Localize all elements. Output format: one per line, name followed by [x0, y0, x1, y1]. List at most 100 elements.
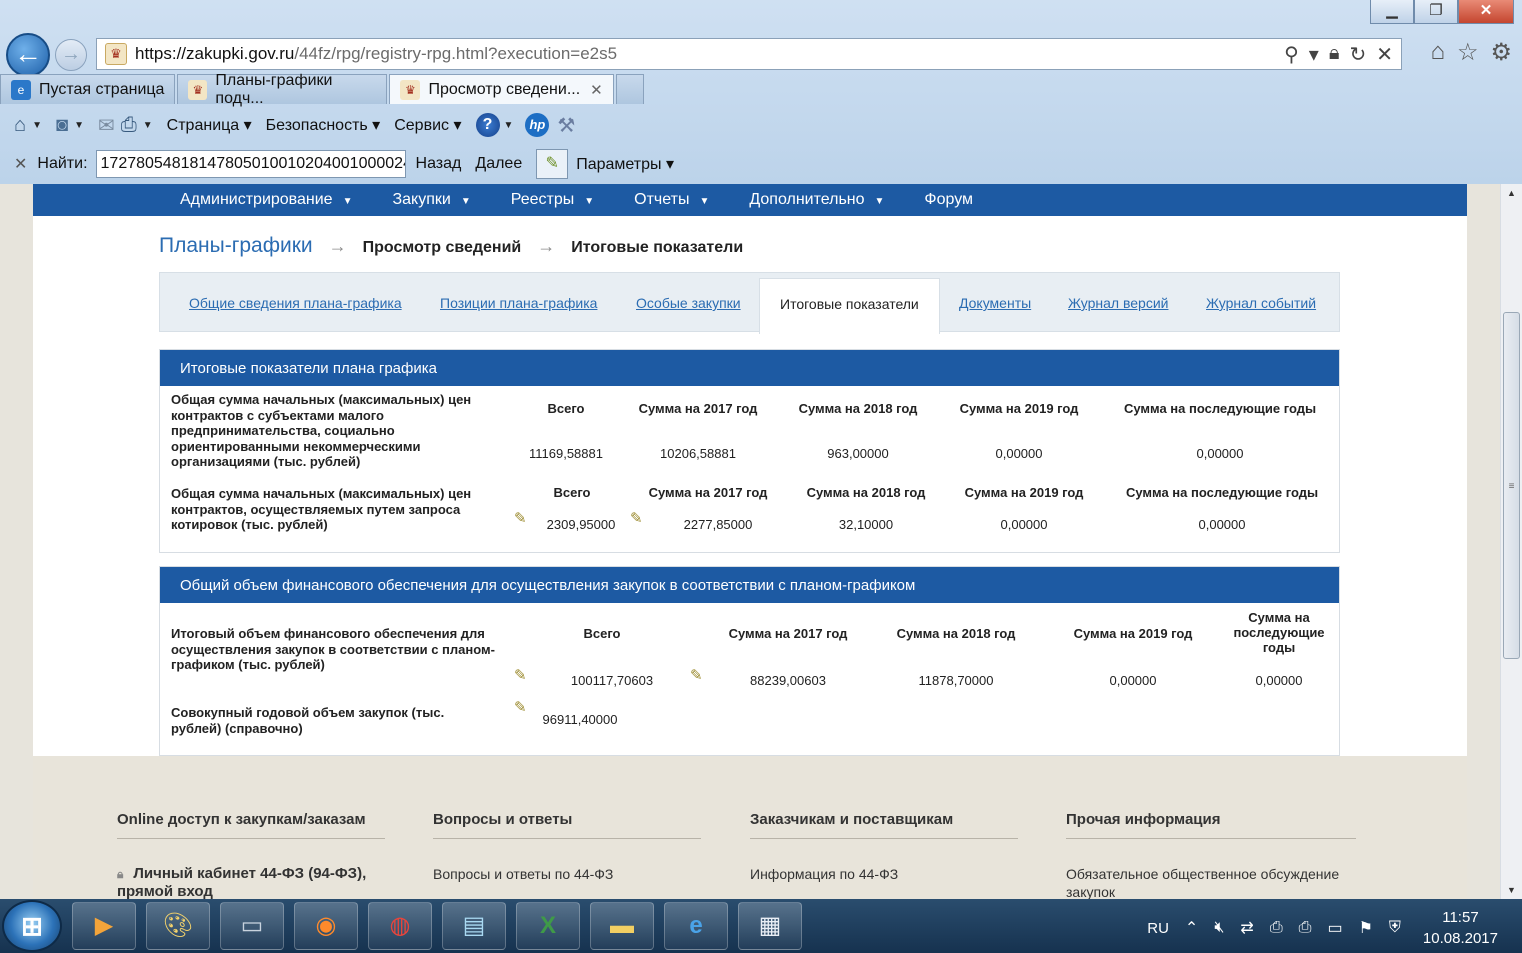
- forward-button[interactable]: →: [55, 39, 87, 71]
- home-icon[interactable]: ⌂: [1430, 38, 1445, 67]
- chevron-down-icon[interactable]: ▾: [1309, 42, 1319, 67]
- flag-icon[interactable]: ⚑: [1359, 918, 1373, 938]
- close-find-icon[interactable]: ✕: [14, 154, 27, 174]
- breadcrumb-view[interactable]: Просмотр сведений: [363, 239, 522, 257]
- minimize-button[interactable]: ▁: [1370, 0, 1414, 24]
- breadcrumb: Планы-графики → Просмотр сведений → Итог…: [159, 234, 743, 258]
- footer-link-info[interactable]: Информация по 44-ФЗ: [750, 865, 1018, 883]
- vertical-scrollbar[interactable]: ▲ ≡ ▼: [1500, 184, 1522, 899]
- tab-general[interactable]: Общие сведения плана-графика: [189, 295, 402, 311]
- tab-special[interactable]: Особые закупки: [636, 295, 741, 311]
- clock[interactable]: 11:57 10.08.2017: [1423, 907, 1498, 949]
- printer-icon[interactable]: ⎙: [1270, 919, 1283, 937]
- tab-totals[interactable]: Итоговые показатели: [759, 278, 940, 334]
- help-icon[interactable]: ?: [475, 113, 500, 137]
- nav-item-admin[interactable]: Администрирование ▼: [180, 191, 352, 209]
- security-icon[interactable]: ⛨: [1389, 919, 1401, 937]
- language-indicator[interactable]: RU: [1147, 920, 1169, 937]
- scanner-icon[interactable]: ▭: [220, 902, 284, 950]
- folder-icon[interactable]: ▬: [590, 902, 654, 950]
- nav-item-additional[interactable]: Дополнительно ▼: [749, 191, 884, 209]
- start-button[interactable]: ⊞: [2, 900, 62, 952]
- scroll-thumb[interactable]: ≡: [1503, 312, 1520, 659]
- tab-versions[interactable]: Журнал версий: [1068, 295, 1168, 311]
- hp-icon[interactable]: hp: [525, 113, 550, 137]
- firefox-icon[interactable]: ◉: [294, 902, 358, 950]
- pencil-note-icon[interactable]: ✎: [514, 509, 527, 527]
- close-tab-icon[interactable]: ✕: [590, 81, 603, 99]
- mail-icon[interactable]: ✉: [98, 113, 115, 138]
- menu-service[interactable]: Сервис ▾: [394, 115, 461, 135]
- chevron-down-icon: ▼: [699, 196, 710, 207]
- paint-icon[interactable]: 🎨︎: [146, 902, 210, 950]
- ie-icon[interactable]: e: [664, 902, 728, 950]
- excel-icon[interactable]: X: [516, 902, 580, 950]
- lock-icon[interactable]: 🔒︎: [1329, 42, 1340, 67]
- chevron-down-icon[interactable]: ▼: [74, 120, 84, 131]
- quotes-2018: 32,10000: [838, 517, 894, 532]
- col-header: Сумма на 2019 год: [959, 401, 1079, 416]
- nav-item-registries[interactable]: Реестры ▼: [511, 191, 594, 209]
- calendar-icon[interactable]: ▦: [738, 902, 802, 950]
- financing-2019: 0,00000: [1109, 673, 1157, 688]
- find-params-button[interactable]: Параметры ▾: [576, 154, 674, 174]
- nav-item-reports[interactable]: Отчеты ▼: [634, 191, 709, 209]
- menu-label: Сервис: [394, 117, 450, 134]
- gear-icon[interactable]: ⚙: [1490, 38, 1512, 67]
- find-back-button[interactable]: Назад: [416, 155, 462, 173]
- browser-tab-view[interactable]: ♛ Просмотр сведени... ✕: [389, 74, 614, 104]
- find-next-button[interactable]: Далее: [475, 155, 522, 173]
- scroll-up-icon[interactable]: ▲: [1501, 184, 1522, 202]
- notes-icon[interactable]: ▤: [442, 902, 506, 950]
- refresh-icon[interactable]: ↻: [1349, 42, 1366, 67]
- footer-link-discussion[interactable]: Обязательное общественное обсуждение зак…: [1066, 865, 1356, 899]
- find-label: Найти:: [37, 155, 88, 172]
- close-window-button[interactable]: ✕: [1458, 0, 1514, 24]
- nav-item-forum[interactable]: Форум: [924, 191, 973, 209]
- chevron-down-icon[interactable]: ▼: [32, 120, 42, 131]
- col-header: Сумма на 2017 год: [648, 485, 768, 500]
- highlight-icon[interactable]: ✎: [536, 149, 569, 179]
- network-icon[interactable]: ⇄: [1240, 918, 1253, 938]
- menu-page[interactable]: Страница ▾: [167, 115, 252, 135]
- breadcrumb-plans[interactable]: Планы-графики: [159, 234, 313, 258]
- print-icon[interactable]: ⎙: [121, 114, 137, 137]
- new-tab-button[interactable]: [615, 74, 644, 104]
- browser-tab-plans[interactable]: ♛ Планы-графики подч...: [177, 72, 388, 107]
- financing-later: 0,00000: [1255, 673, 1303, 688]
- chevron-down-icon[interactable]: ▼: [143, 120, 153, 131]
- printer-icon[interactable]: ⎙: [1299, 919, 1312, 937]
- footer-link-cabinet[interactable]: 🔒︎ Личный кабинет 44-ФЗ (94-ФЗ), прямой в…: [117, 865, 385, 899]
- browser-tab-blank[interactable]: e Пустая страница: [0, 74, 176, 104]
- footer-link-qa[interactable]: Вопросы и ответы по 44-ФЗ: [433, 865, 701, 883]
- pencil-note-icon[interactable]: ✎: [690, 666, 703, 684]
- site-top-nav: Администрирование ▼ Закупки ▼ Реестры ▼ Отч…: [33, 184, 1467, 216]
- pencil-note-icon[interactable]: ✎: [514, 698, 527, 716]
- star-icon[interactable]: ☆: [1457, 38, 1479, 67]
- tab-events[interactable]: Журнал событий: [1206, 295, 1316, 311]
- maximize-button[interactable]: ❐: [1414, 0, 1458, 24]
- nav-item-purchases[interactable]: Закупки ▼: [392, 191, 470, 209]
- window-controls: ▁ ❐ ✕: [1370, 0, 1514, 24]
- volume-muted-icon[interactable]: 🔇︎: [1214, 919, 1224, 937]
- pencil-note-icon[interactable]: ✎: [514, 666, 527, 684]
- display-icon[interactable]: ▭: [1327, 918, 1342, 938]
- quotes-total: 2309,95000: [546, 517, 616, 532]
- chevron-up-icon[interactable]: ⌃: [1185, 918, 1198, 938]
- scroll-down-icon[interactable]: ▼: [1501, 881, 1522, 899]
- back-button[interactable]: ←: [6, 33, 50, 77]
- pencil-note-icon[interactable]: ✎: [630, 509, 643, 527]
- find-input[interactable]: 17278054818147805010010204001000024: [95, 150, 406, 178]
- tab-documents[interactable]: Документы: [959, 295, 1031, 311]
- chrome-icon[interactable]: ◍: [368, 902, 432, 950]
- media-player-icon[interactable]: ▶: [72, 902, 136, 950]
- address-bar[interactable]: ♛ https://zakupki.gov.ru/44fz/rpg/regist…: [96, 38, 1402, 70]
- toolbox-icon[interactable]: ⚒: [557, 113, 575, 138]
- rss-feed-icon[interactable]: ◙: [56, 114, 68, 137]
- menu-security[interactable]: Безопасность ▾: [266, 115, 381, 135]
- chevron-down-icon[interactable]: ▼: [504, 120, 514, 131]
- search-icon[interactable]: ⚲: [1284, 42, 1299, 67]
- home-icon[interactable]: ⌂: [14, 114, 26, 137]
- tab-positions[interactable]: Позиции плана-графика: [440, 295, 597, 311]
- stop-icon[interactable]: ✕: [1376, 42, 1393, 67]
